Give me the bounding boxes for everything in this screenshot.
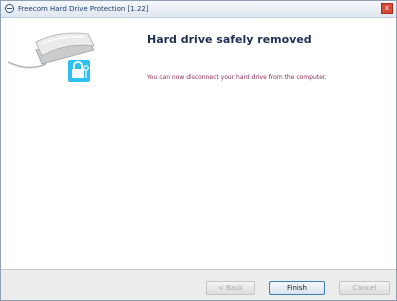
app-icon [5,4,14,13]
window-title: Freecom Hard Drive Protection [1.22] [18,5,149,13]
finish-button[interactable]: Finish [269,281,325,295]
back-button[interactable]: < Back [206,281,255,295]
button-bar: < Back Finish Cancel [1,269,396,300]
title-bar[interactable]: Freecom Hard Drive Protection [1.22] x [1,1,396,18]
page-title: Hard drive safely removed [147,33,312,46]
status-message: You can now disconnect your hard drive f… [147,74,327,81]
cancel-button[interactable]: Cancel [339,281,390,295]
dialog-window: Freecom Hard Drive Protection [1.22] x H… [0,0,397,301]
hard-drive-lock-icon [7,32,95,82]
close-icon[interactable]: x [381,3,393,14]
content-area: Hard drive safely removed You can now di… [1,18,396,269]
